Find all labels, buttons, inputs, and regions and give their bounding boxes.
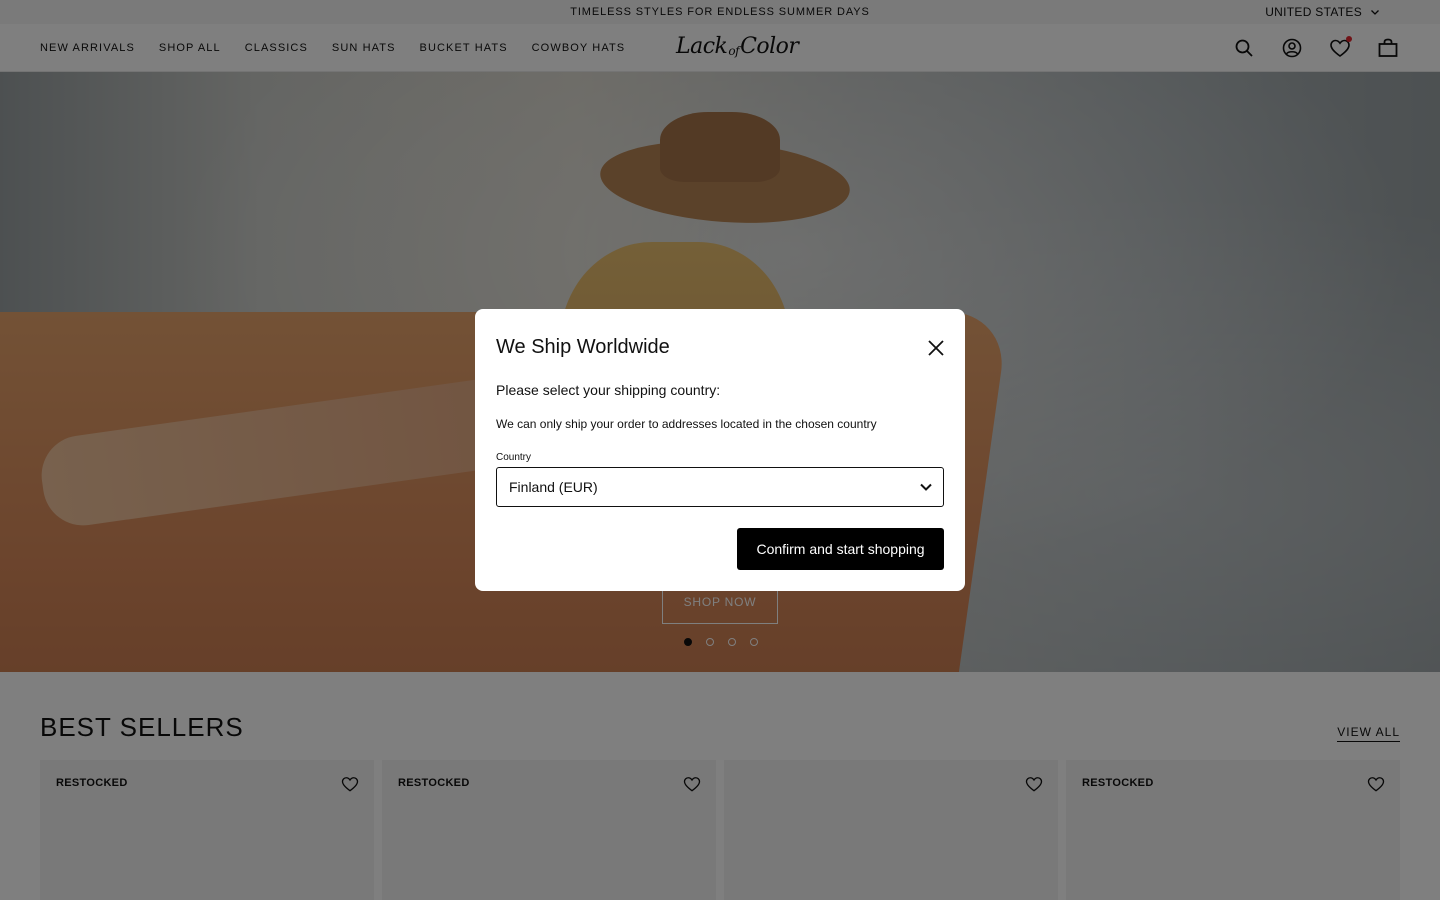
confirm-shopping-button[interactable]: Confirm and start shopping: [737, 528, 944, 570]
shipping-country-modal: We Ship Worldwide Please select your shi…: [475, 309, 965, 591]
country-label: Country: [496, 452, 532, 463]
modal-note: We can only ship your order to addresses…: [496, 417, 877, 431]
close-icon[interactable]: [925, 337, 947, 359]
modal-subtitle: Please select your shipping country:: [496, 382, 721, 398]
country-select-value: Finland (EUR): [509, 479, 598, 495]
country-select[interactable]: Finland (EUR): [496, 467, 944, 507]
modal-title: We Ship Worldwide: [496, 336, 670, 358]
chevron-down-icon: [920, 483, 932, 491]
